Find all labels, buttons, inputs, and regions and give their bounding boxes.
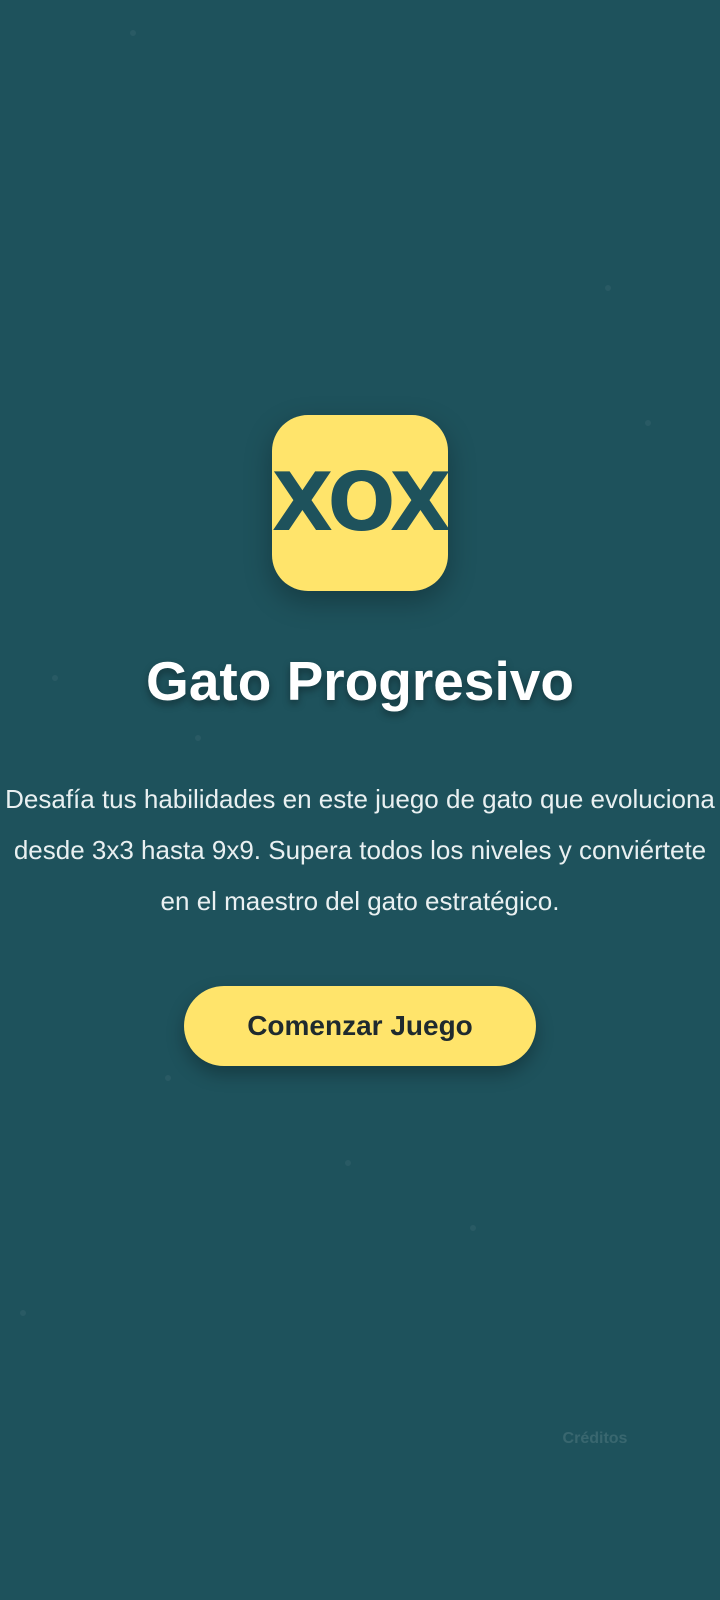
background-particle: [20, 1310, 26, 1316]
background-particle: [130, 30, 136, 36]
start-screen: XOX Gato Progresivo Desafía tus habilida…: [0, 0, 720, 1600]
background-particle: [345, 1160, 351, 1166]
background-particle: [165, 1075, 171, 1081]
logo-text: XOX: [272, 456, 448, 549]
start-game-button[interactable]: Comenzar Juego: [184, 986, 536, 1066]
background-particle: [195, 735, 201, 741]
page-title: Gato Progresivo: [146, 650, 574, 712]
background-particle: [470, 1225, 476, 1231]
app-logo: XOX: [272, 415, 448, 591]
game-description: Desafía tus habilidades en este juego de…: [5, 784, 715, 916]
credits-link[interactable]: Créditos: [560, 1430, 630, 1448]
background-particle: [605, 285, 611, 291]
background-particle: [645, 420, 651, 426]
